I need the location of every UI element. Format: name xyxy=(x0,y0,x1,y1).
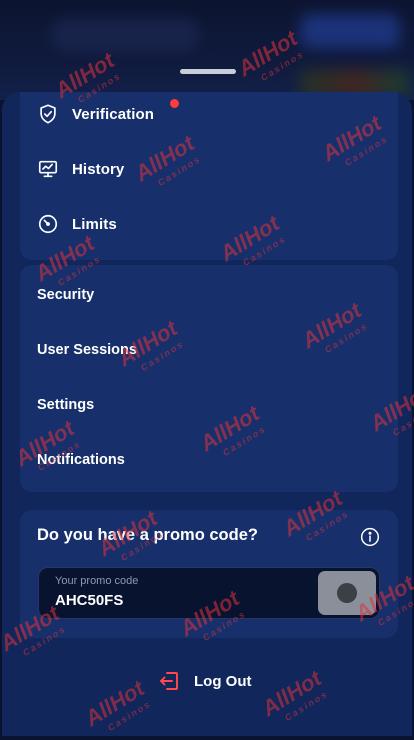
sheet-drag-handle[interactable] xyxy=(180,69,236,74)
shield-check-icon xyxy=(36,102,60,126)
promo-code-field[interactable]: Your promo code AHC50FS xyxy=(38,567,380,619)
gauge-icon xyxy=(36,212,60,236)
promo-code-value[interactable]: AHC50FS xyxy=(55,592,123,609)
menu-item-verification[interactable]: Verification xyxy=(36,99,154,129)
menu-item-history[interactable]: History xyxy=(36,154,124,184)
menu-item-label: Verification xyxy=(72,105,155,123)
apply-toggle-icon xyxy=(337,583,357,603)
menu-item-limits[interactable]: Limits xyxy=(36,209,117,239)
menu-item-label: Limits xyxy=(72,215,117,233)
info-circle-icon[interactable] xyxy=(360,527,380,547)
blurred-background xyxy=(0,0,414,100)
menu-item-settings[interactable]: Settings xyxy=(37,391,94,419)
logout-label: Log Out xyxy=(194,672,252,690)
menu-item-security[interactable]: Security xyxy=(37,281,94,309)
monitor-chart-icon xyxy=(36,157,60,181)
logout-button[interactable]: Log Out xyxy=(158,669,251,693)
menu-item-notifications[interactable]: Notifications xyxy=(37,446,125,474)
secondary-menu-card: Security User Sessions Settings Notifica… xyxy=(20,265,398,492)
promo-title: Do you have a promo code? xyxy=(37,526,258,544)
blurred-header-button xyxy=(300,14,400,48)
promo-apply-button[interactable] xyxy=(318,571,376,615)
primary-menu-card: Verification History Limits xyxy=(20,92,398,260)
menu-item-user-sessions[interactable]: User Sessions xyxy=(37,336,137,364)
blurred-header-element xyxy=(50,18,200,52)
promo-code-placeholder: Your promo code xyxy=(55,575,139,587)
logout-icon xyxy=(158,669,182,693)
menu-item-label: History xyxy=(72,160,125,178)
promo-code-card: Do you have a promo code? Your promo cod… xyxy=(20,510,398,638)
notification-dot xyxy=(170,99,179,108)
